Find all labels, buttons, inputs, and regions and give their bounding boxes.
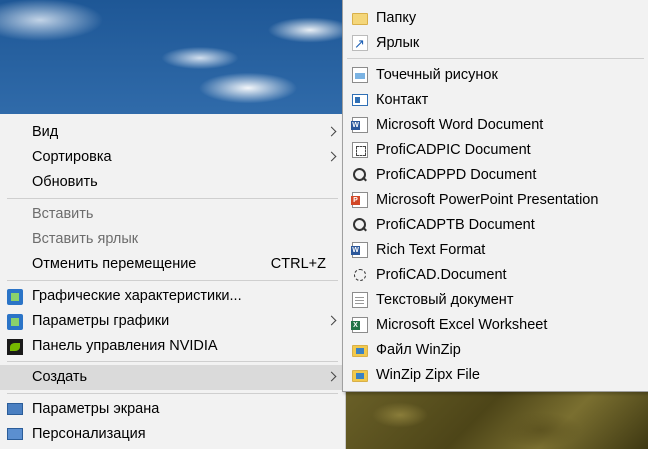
menu-item-label: Графические характеристики...: [32, 288, 242, 304]
menu-item-refresh[interactable]: Обновить: [0, 170, 345, 195]
submenu-item-proficad-ppd[interactable]: ProfiCADPPD Document: [343, 163, 648, 188]
submenu-item-text-doc[interactable]: Текстовый документ: [343, 288, 648, 313]
submenu-item-label: WinZip Zipx File: [376, 367, 480, 383]
chevron-right-icon: [326, 126, 337, 137]
submenu-item-winzip[interactable]: Файл WinZip: [343, 338, 648, 363]
powerpoint-icon: P: [351, 192, 368, 208]
proficad-ppd-icon: [352, 167, 368, 183]
winzip-icon: [352, 345, 368, 357]
excel-icon: X: [351, 317, 368, 333]
menu-item-paste[interactable]: Вставить: [0, 202, 345, 227]
create-submenu: Папку Ярлык Точечный рисунок Контакт W M…: [342, 0, 648, 392]
menu-item-nvidia-panel[interactable]: Панель управления NVIDIA: [0, 334, 345, 359]
menu-item-paste-shortcut[interactable]: Вставить ярлык: [0, 227, 345, 252]
submenu-item-proficad-doc[interactable]: ProfiCAD.Document: [343, 263, 648, 288]
submenu-item-folder[interactable]: Папку: [343, 6, 648, 31]
submenu-item-label: ProfiCAD.Document: [376, 267, 507, 283]
menu-item-shortcut: CTRL+Z: [270, 256, 326, 272]
submenu-item-label: Rich Text Format: [376, 242, 486, 258]
menu-separator: [7, 361, 338, 362]
nvidia-icon: [7, 339, 23, 355]
menu-item-view[interactable]: Вид: [0, 120, 345, 145]
menu-item-label: Сортировка: [32, 149, 112, 165]
submenu-item-label: Ярлык: [376, 35, 420, 51]
submenu-item-bitmap[interactable]: Точечный рисунок: [343, 63, 648, 88]
menu-item-undo-move[interactable]: Отменить перемещение CTRL+Z: [0, 252, 345, 277]
proficad-ptb-icon: [352, 217, 368, 233]
submenu-item-label: Microsoft PowerPoint Presentation: [376, 192, 599, 208]
menu-item-label: Параметры графики: [32, 313, 170, 329]
menu-item-label: Параметры экрана: [32, 401, 160, 417]
menu-separator: [347, 58, 644, 59]
menu-item-label: Панель управления NVIDIA: [32, 338, 218, 354]
chevron-right-icon: [326, 315, 337, 326]
submenu-item-word[interactable]: W Microsoft Word Document: [343, 113, 648, 138]
submenu-item-contact[interactable]: Контакт: [343, 88, 648, 113]
menu-separator: [7, 280, 338, 281]
word-icon: W: [351, 117, 368, 133]
submenu-item-label: ProfiCADPPD Document: [376, 167, 537, 183]
submenu-item-winzip-zipx[interactable]: WinZip Zipx File: [343, 363, 648, 388]
submenu-item-shortcut[interactable]: Ярлык: [343, 31, 648, 56]
submenu-item-label: ProfiCADPTB Document: [376, 217, 535, 233]
contact-icon: [352, 94, 368, 106]
shortcut-icon: [352, 31, 368, 56]
display-icon: [7, 403, 23, 415]
submenu-item-label: Папку: [376, 10, 417, 26]
desktop-context-menu: Вид Сортировка Обновить Вставить Вставит…: [0, 114, 346, 449]
submenu-item-excel[interactable]: X Microsoft Excel Worksheet: [343, 313, 648, 338]
menu-item-graphics-options[interactable]: Параметры графики: [0, 309, 345, 334]
menu-item-label: Обновить: [32, 174, 98, 190]
menu-item-personalize[interactable]: Персонализация: [0, 422, 345, 447]
chevron-right-icon: [326, 371, 337, 382]
graphics-icon: [7, 314, 23, 330]
submenu-item-label: Microsoft Excel Worksheet: [376, 317, 548, 333]
menu-item-create[interactable]: Создать: [0, 365, 345, 390]
submenu-item-proficad-ptb[interactable]: ProfiCADPTB Document: [343, 213, 648, 238]
menu-item-label: Отменить перемещение: [32, 256, 197, 272]
graphics-icon: [7, 289, 23, 305]
menu-item-graphics-properties[interactable]: Графические характеристики...: [0, 284, 345, 309]
submenu-item-label: Точечный рисунок: [376, 67, 498, 83]
desktop-wallpaper-ground: [340, 390, 648, 449]
submenu-item-label: Текстовый документ: [376, 292, 514, 308]
menu-item-label: Персонализация: [32, 426, 146, 442]
menu-item-label: Создать: [32, 369, 88, 385]
menu-separator: [7, 198, 338, 199]
menu-item-display-settings[interactable]: Параметры экрана: [0, 397, 345, 422]
proficad-doc-icon: [352, 267, 368, 283]
chevron-right-icon: [326, 151, 337, 162]
submenu-item-label: Microsoft Word Document: [376, 117, 544, 133]
menu-item-label: Вставить: [32, 206, 94, 222]
menu-item-sort[interactable]: Сортировка: [0, 145, 345, 170]
submenu-item-label: Файл WinZip: [376, 342, 461, 358]
text-doc-icon: [352, 292, 368, 308]
menu-item-label: Вид: [32, 124, 59, 140]
submenu-item-powerpoint[interactable]: P Microsoft PowerPoint Presentation: [343, 188, 648, 213]
rtf-icon: W: [351, 242, 368, 258]
submenu-item-label: Контакт: [376, 92, 429, 108]
bitmap-icon: [352, 67, 368, 83]
personalize-icon: [7, 428, 23, 440]
winzip-zipx-icon: [352, 370, 368, 382]
submenu-item-proficad-pic[interactable]: ProfiCADPIC Document: [343, 138, 648, 163]
submenu-item-rtf[interactable]: W Rich Text Format: [343, 238, 648, 263]
submenu-item-label: ProfiCADPIC Document: [376, 142, 531, 158]
menu-separator: [7, 393, 338, 394]
menu-item-label: Вставить ярлык: [32, 231, 139, 247]
folder-icon: [352, 13, 368, 25]
proficad-pic-icon: [352, 142, 368, 158]
